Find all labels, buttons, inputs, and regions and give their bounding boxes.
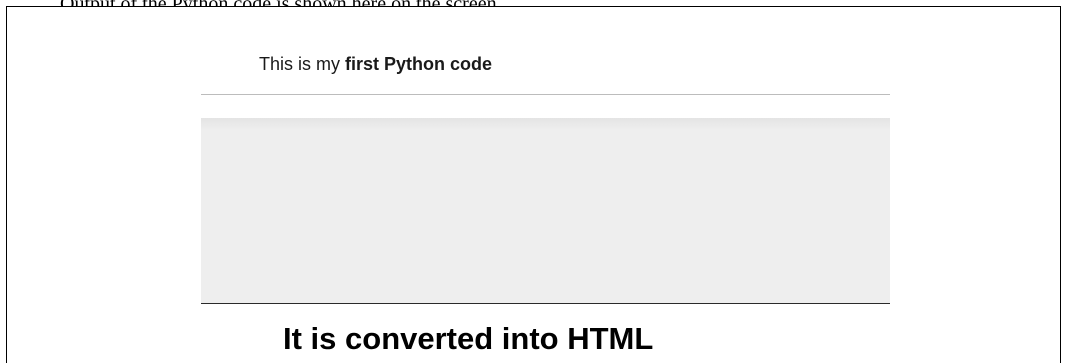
- result-heading: It is converted into HTML: [283, 321, 654, 356]
- intro-text: This is my first Python code: [259, 54, 492, 75]
- screenshot-frame: This is my first Python code It is conve…: [6, 6, 1061, 363]
- output-cell[interactable]: [201, 118, 890, 304]
- separator-line: [201, 94, 890, 95]
- intro-text-bold: first Python code: [345, 54, 493, 74]
- intro-text-prefix: This is my: [259, 54, 346, 74]
